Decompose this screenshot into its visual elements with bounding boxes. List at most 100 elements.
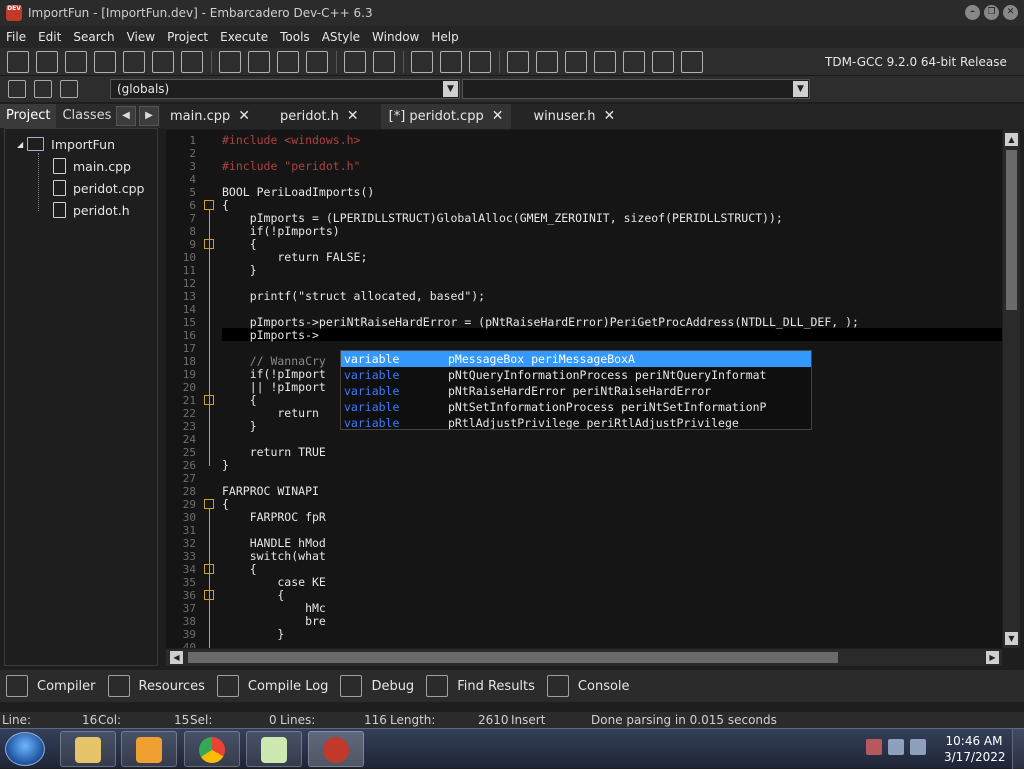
print-icon[interactable] xyxy=(181,50,203,73)
minimize-button[interactable]: – xyxy=(965,5,980,20)
menu-execute[interactable]: Execute xyxy=(214,30,274,44)
goto-icon[interactable] xyxy=(277,50,299,73)
close-all-icon[interactable] xyxy=(152,50,174,73)
function-combobox[interactable]: ▼ xyxy=(462,79,810,99)
tab-find-results[interactable]: Find Results xyxy=(426,675,535,697)
scroll-up-icon[interactable]: ▲ xyxy=(1005,133,1018,146)
find-icon[interactable] xyxy=(219,50,241,73)
chevron-down-icon[interactable]: ▼ xyxy=(793,81,808,97)
delete-profile-icon[interactable] xyxy=(681,50,703,73)
toggle-bookmark-icon[interactable] xyxy=(34,80,52,98)
stop-icon[interactable] xyxy=(623,50,645,73)
action-center-icon[interactable] xyxy=(866,739,882,755)
tab-main-cpp[interactable]: main.cpp ✕ xyxy=(162,104,258,129)
close-icon[interactable]: ✕ xyxy=(603,104,615,129)
menu-help[interactable]: Help xyxy=(425,30,464,44)
menu-project[interactable]: Project xyxy=(161,30,214,44)
taskbar-notepad[interactable] xyxy=(246,731,302,767)
redo-icon[interactable] xyxy=(373,50,395,73)
new-project-icon[interactable] xyxy=(411,50,433,73)
taskbar-devcpp[interactable] xyxy=(308,731,364,767)
vertical-scroll-thumb[interactable] xyxy=(1006,150,1017,310)
scroll-left-icon[interactable]: ◀ xyxy=(170,651,183,664)
autocomplete-item[interactable]: variable pNtRaiseHardError periNtRaiseHa… xyxy=(341,383,811,399)
menu-edit[interactable]: Edit xyxy=(32,30,67,44)
compile-icon[interactable] xyxy=(507,50,529,73)
show-desktop-button[interactable] xyxy=(1012,729,1024,769)
network-icon[interactable] xyxy=(888,739,904,755)
restore-button[interactable]: ❐ xyxy=(984,5,999,20)
compile-run-icon[interactable] xyxy=(565,50,587,73)
tree-item-file[interactable]: peridot.h xyxy=(53,199,130,221)
close-icon[interactable]: ✕ xyxy=(238,104,250,129)
tab-peridot-h[interactable]: peridot.h ✕ xyxy=(272,104,367,129)
tree-item-file[interactable]: main.cpp xyxy=(53,155,131,177)
menu-file[interactable]: File xyxy=(0,30,32,44)
tab-project[interactable]: Project xyxy=(0,104,57,128)
volume-icon[interactable] xyxy=(910,739,926,755)
tab-label: Debug xyxy=(371,678,415,694)
close-icon[interactable]: ✕ xyxy=(492,104,504,129)
tab-compile-log[interactable]: Compile Log xyxy=(216,675,328,697)
tab-console[interactable]: Console xyxy=(546,675,630,697)
autocomplete-item[interactable]: variable pNtSetInformationProcess periNt… xyxy=(341,399,811,415)
new-file-icon[interactable] xyxy=(7,50,29,73)
replace-icon[interactable] xyxy=(248,50,270,73)
close-icon[interactable]: ✕ xyxy=(347,104,359,129)
undo-icon[interactable] xyxy=(344,50,366,73)
tree-item-project[interactable]: ◢ ImportFun xyxy=(17,133,115,155)
vertical-scrollbar[interactable]: ▲ ▼ xyxy=(1003,130,1020,648)
taskbar-chrome[interactable] xyxy=(184,731,240,767)
save-all-icon[interactable] xyxy=(94,50,116,73)
project-options-icon[interactable] xyxy=(469,50,491,73)
close-file-icon[interactable] xyxy=(123,50,145,73)
tab-classes[interactable]: Classes xyxy=(56,104,117,128)
tab-debug[interactable]: Debug xyxy=(340,675,414,697)
tab-scroll-right-icon[interactable]: ▶ xyxy=(139,106,159,126)
collapse-icon[interactable]: ◢ xyxy=(17,140,23,149)
check-icon[interactable] xyxy=(594,50,616,73)
line-number: 36 xyxy=(182,589,196,602)
tab-scroll-left-icon[interactable]: ◀ xyxy=(116,106,136,126)
profile-icon[interactable] xyxy=(652,50,674,73)
menu-window[interactable]: Window xyxy=(366,30,425,44)
taskbar-file-explorer[interactable] xyxy=(60,731,116,767)
tab-compiler[interactable]: Compiler xyxy=(6,675,96,697)
autocomplete-item[interactable]: variable pRtlAdjustPrivilege periRtlAdju… xyxy=(341,415,811,429)
fold-guide xyxy=(209,600,210,635)
goto-bookmark-icon[interactable] xyxy=(60,80,78,98)
open-file-icon[interactable] xyxy=(36,50,58,73)
compiler-select[interactable]: TDM-GCC 9.2.0 64-bit Release xyxy=(818,51,1018,73)
tab-winuser-h[interactable]: winuser.h ✕ xyxy=(525,104,623,129)
taskbar-clock[interactable]: 10:46 AM 3/17/2022 xyxy=(944,733,1006,765)
menu-tools[interactable]: Tools xyxy=(274,30,316,44)
chevron-down-icon[interactable]: ▼ xyxy=(443,81,458,97)
menu-view[interactable]: View xyxy=(121,30,161,44)
autocomplete-item[interactable]: variable pNtQueryInformationProcess peri… xyxy=(341,367,811,383)
menu-astyle[interactable]: AStyle xyxy=(316,30,366,44)
taskbar-media-player[interactable] xyxy=(121,731,177,767)
scroll-down-icon[interactable]: ▼ xyxy=(1005,632,1018,645)
close-button[interactable]: ✕ xyxy=(1003,5,1018,20)
scroll-right-icon[interactable]: ▶ xyxy=(986,651,999,664)
autocomplete-item[interactable]: variable pMessageBox periMessageBoxA xyxy=(341,351,811,367)
save-icon[interactable] xyxy=(65,50,87,73)
indent-icon[interactable] xyxy=(306,50,328,73)
tab-peridot-cpp[interactable]: [*] peridot.cpp ✕ xyxy=(380,104,512,129)
devcpp-logo-icon: DEV xyxy=(6,5,22,21)
tab-resources[interactable]: Resources xyxy=(107,675,205,697)
start-button[interactable] xyxy=(5,732,45,766)
current-line-highlight xyxy=(222,328,1002,341)
fold-toggle-icon[interactable] xyxy=(204,499,214,509)
fold-toggle-icon[interactable] xyxy=(204,200,214,210)
tree-item-file[interactable]: peridot.cpp xyxy=(53,177,144,199)
line-number: 25 xyxy=(182,446,196,459)
remove-project-icon[interactable] xyxy=(440,50,462,73)
menu-search[interactable]: Search xyxy=(67,30,120,44)
insert-icon[interactable] xyxy=(8,80,26,98)
run-icon[interactable] xyxy=(536,50,558,73)
horizontal-scrollbar[interactable]: ◀ ▶ xyxy=(166,649,1002,666)
scope-combobox[interactable]: (globals) ▼ xyxy=(110,79,460,99)
title-bar: DEV ImportFun - [ImportFun.dev] - Embarc… xyxy=(0,0,1024,26)
horizontal-scroll-thumb[interactable] xyxy=(188,652,838,663)
